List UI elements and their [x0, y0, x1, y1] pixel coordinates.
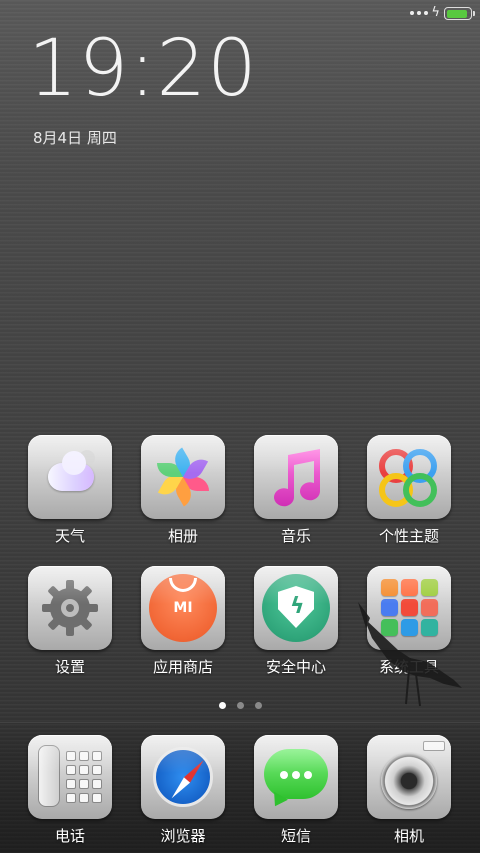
dock-messages[interactable]: 短信	[240, 735, 352, 846]
phone-icon	[28, 735, 112, 819]
app-label: 应用商店	[152, 658, 213, 676]
app-weather[interactable]: 天气	[14, 435, 126, 546]
app-label: 设置	[54, 658, 85, 676]
page-dot[interactable]	[254, 702, 262, 709]
browser-icon	[141, 735, 225, 819]
clock-time: 19:20	[28, 24, 258, 114]
store-logo-text: MI	[173, 600, 193, 616]
gallery-icon	[141, 435, 225, 519]
app-label: 个性主题	[378, 527, 439, 545]
bird-wallpaper-decoration	[358, 602, 462, 707]
app-security[interactable]: ϟ 安全中心	[240, 566, 352, 677]
themes-icon	[367, 435, 451, 519]
signal-dots-icon	[410, 11, 428, 15]
page-dot[interactable]	[236, 702, 244, 709]
messages-icon	[254, 735, 338, 819]
app-music[interactable]: 音乐	[240, 435, 352, 546]
clock-date: 8月4日 周四	[33, 129, 117, 147]
app-label: 短信	[280, 827, 311, 845]
app-gallery[interactable]: 相册	[127, 435, 239, 546]
app-label: 相机	[393, 827, 424, 845]
dock-phone[interactable]: 电话	[14, 735, 126, 846]
page-indicator[interactable]	[0, 702, 480, 709]
dock-browser[interactable]: 浏览器	[127, 735, 239, 846]
app-label: 音乐	[280, 527, 311, 545]
dock-camera[interactable]: 相机	[353, 735, 465, 846]
app-label: 安全中心	[265, 658, 326, 676]
settings-icon	[28, 566, 112, 650]
app-label: 天气	[54, 527, 85, 545]
camera-icon	[367, 735, 451, 819]
app-settings[interactable]: 设置	[14, 566, 126, 677]
app-store[interactable]: MI 应用商店	[127, 566, 239, 677]
charging-icon: ϟ	[431, 5, 440, 20]
music-icon	[254, 435, 338, 519]
app-label: 浏览器	[160, 827, 206, 845]
app-label: 电话	[54, 827, 85, 845]
battery-icon	[444, 7, 475, 20]
app-label: 相册	[167, 527, 198, 545]
app-themes[interactable]: 个性主题	[353, 435, 465, 546]
app-store-icon: MI	[141, 566, 225, 650]
page-dot[interactable]	[218, 702, 226, 709]
security-icon: ϟ	[254, 566, 338, 650]
weather-icon	[28, 435, 112, 519]
